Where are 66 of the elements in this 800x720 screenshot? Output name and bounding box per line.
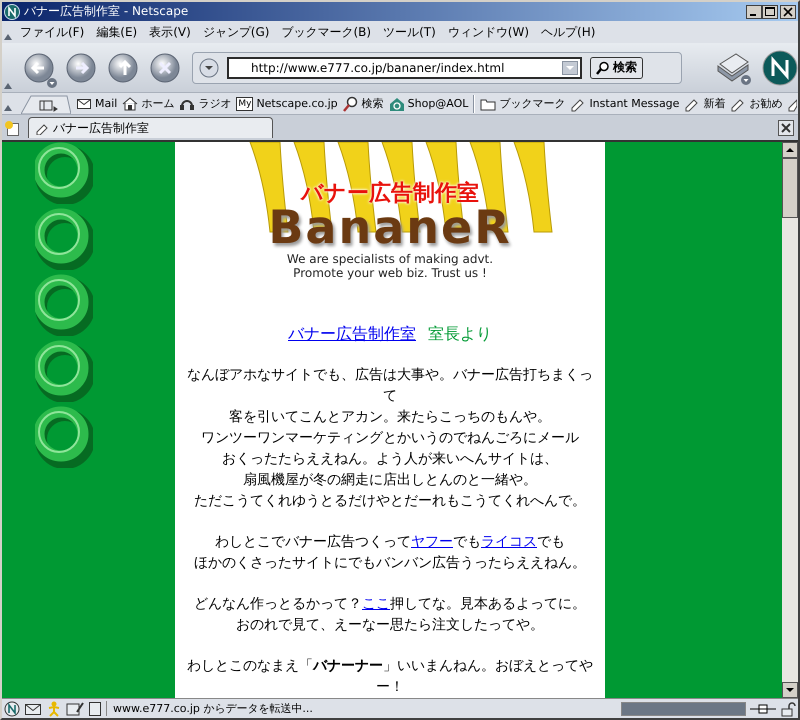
menu-item[interactable]: ウィンドウ(W) (444, 24, 538, 40)
ring-drawing (34, 142, 92, 204)
menu-item[interactable]: ジャンプ(G) (198, 24, 278, 40)
ring-drawing (34, 208, 92, 270)
dropdown-icon[interactable] (199, 58, 219, 78)
ring-drawing (34, 340, 92, 402)
menu-item[interactable]: ヘルプ(H) (537, 24, 604, 40)
search-icon (342, 96, 359, 112)
window-title: バナー広告制作室 - Netscape (24, 3, 190, 20)
heading-link[interactable]: バナー広告制作室 (288, 324, 416, 345)
grip-icon (4, 33, 12, 41)
paragraph: なんぼアホなサイトでも、広告は大事や。バナー広告打ちまくって 客を引いてこんとアカン。来たらこっちのもんや。 ワンツーワンマーケティングとかいうのでねんごろにメール おくったたらええねん。よう人が来いへんサイトは、 扇風機屋が冬の網走に店出しとんのと一緒や。 ただこうてくれゆうとるだけやとだーれもこうてくれへんで。 (186, 366, 594, 511)
house-icon (388, 96, 405, 112)
link[interactable]: ヤフー (411, 534, 453, 550)
close-tab-icon[interactable] (778, 120, 794, 136)
tab[interactable]: バナー広告制作室 (28, 117, 273, 138)
bookmark-link[interactable]: Shop@AOL (388, 96, 468, 112)
address-field[interactable]: http://www.e777.co.jp/bananer/index.html (227, 56, 582, 78)
grip-icon (4, 104, 12, 112)
minimize-icon[interactable] (746, 4, 762, 18)
paragraph: わしとこでバナー広告つくってヤフーでも ライコスでも ほかのくさったサイトにでもバンバン広告うったらええねん。 (193, 533, 587, 573)
netscape-logo-icon (4, 4, 20, 20)
ring-drawing (34, 406, 92, 468)
netscape-logo-icon[interactable] (762, 50, 798, 86)
bookmark-link[interactable]: 検索 (342, 96, 384, 112)
logo-wordmark: BananeR (268, 202, 512, 252)
grip-icon (4, 82, 12, 90)
menu-item[interactable]: ツール(T) (379, 24, 444, 40)
search-button[interactable]: 検索 (590, 56, 643, 78)
link[interactable]: ここ (362, 596, 390, 612)
bookmark-link[interactable]: ブックマーク (480, 96, 566, 112)
back-button[interactable] (24, 52, 58, 88)
bookmark-link[interactable]: Mail (76, 96, 118, 112)
notepad-icon[interactable] (88, 700, 102, 716)
house-icon (122, 96, 138, 112)
sidebar-tab-icon[interactable] (21, 94, 71, 114)
new-tab-icon[interactable] (4, 120, 22, 138)
logo-tagline: We are specialists of making advt. (286, 252, 494, 266)
menu-item[interactable]: 表示(V) (145, 24, 199, 40)
bookmark-link[interactable]: My Netscape.co.jp (236, 96, 338, 110)
scrollbar[interactable] (782, 142, 798, 698)
my-badge: My (236, 96, 254, 110)
status-text: www.e777.co.jp からデータを転送中... (106, 701, 617, 716)
connection-icon (750, 702, 776, 716)
ring-drawing (34, 274, 92, 336)
menu-item[interactable]: 編集(E) (92, 24, 146, 40)
scroll-thumb[interactable] (782, 158, 798, 218)
maximize-icon[interactable] (762, 4, 778, 18)
search-icon (596, 60, 610, 74)
paragraph: どんなん作っとるかって？ここ押してな。見本あるよってに。 おのれで見て、えーなー思たら注文したってや。 (193, 595, 587, 635)
paragraph: わしとこのなまえ「バナーナー」いいまんねん。おぼえとってやー！ (186, 657, 594, 697)
bookmark-link[interactable]: 新着 (684, 96, 726, 112)
link[interactable]: ライコス (481, 534, 537, 550)
menu-item[interactable]: ファイル(F) (16, 24, 92, 40)
close-icon[interactable] (780, 4, 796, 18)
bookmark-link[interactable]: ホーム (122, 96, 174, 112)
scroll-up-icon[interactable] (782, 142, 798, 158)
bookmark-link[interactable]: ラジオ (179, 96, 232, 112)
netscape-logo-icon[interactable] (4, 700, 20, 716)
heading-note: 室長より (428, 324, 492, 345)
bookmark-link[interactable]: Instant Message (570, 96, 680, 112)
scroll-down-icon[interactable] (782, 682, 798, 698)
logo-tagline: Promote your web biz. Trust us ! (293, 266, 487, 280)
composer-icon[interactable] (66, 700, 84, 716)
menu-item[interactable]: ブックマーク(B) (277, 24, 380, 40)
bookmark-link[interactable]: お勧め (730, 96, 782, 112)
